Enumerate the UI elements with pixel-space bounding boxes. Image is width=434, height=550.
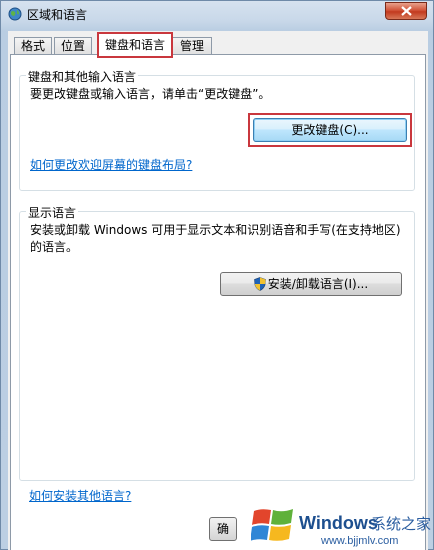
watermark-url: www.bjjmlv.com [321,535,399,547]
title-bar[interactable]: 区域和语言 [1,1,433,27]
ok-button-label: 确 [216,522,229,536]
change-keyboard-button[interactable]: 更改键盘(C)... [253,118,407,142]
display-language-group: 显示语言 安装或卸载 Windows 可用于显示文本和识别语音和手写(在支持地区… [19,204,415,481]
keyboard-group-title: 键盘和其他输入语言 [26,68,139,85]
install-other-languages-link[interactable]: 如何安装其他语言? [29,487,131,504]
globe-icon [8,7,22,21]
display-language-description: 安装或卸载 Windows 可用于显示文本和识别语音和手写(在支持地区)的语言。 [30,223,401,254]
watermark: Windows 系统之家 www.bjjmlv.com [247,497,434,550]
install-languages-button[interactable]: 安装/卸载语言(I)... [220,272,402,296]
dialog-client: 格式 位置 键盘和语言 管理 键盘和其他输入语言 要更改键盘或输入语言，请单击“… [8,31,428,550]
display-language-title: 显示语言 [26,204,79,221]
window-title: 区域和语言 [27,8,88,22]
tab-panel: 键盘和其他输入语言 要更改键盘或输入语言，请单击“更改键盘”。 更改键盘(C).… [10,54,426,550]
watermark-brand: Windows [299,513,378,533]
install-languages-label: 安装/卸载语言(I)... [267,277,369,291]
window: 区域和语言 格式 位置 键盘和语言 管理 键盘和其他输入语言 要更改键盘或输入语… [0,0,434,550]
close-button[interactable] [385,2,427,20]
watermark-suffix: 系统之家 [371,515,432,533]
welcome-keyboard-link[interactable]: 如何更改欢迎屏幕的键盘布局? [30,156,192,173]
windows-logo [251,509,293,541]
ok-button[interactable]: 确 [209,517,237,541]
tab-keyboards-languages[interactable]: 键盘和语言 [97,32,173,58]
keyboard-group: 键盘和其他输入语言 要更改键盘或输入语言，请单击“更改键盘”。 更改键盘(C).… [19,68,415,191]
shield-icon [253,277,266,291]
keyboard-description: 要更改键盘或输入语言，请单击“更改键盘”。 [30,87,271,101]
close-icon [401,6,412,16]
